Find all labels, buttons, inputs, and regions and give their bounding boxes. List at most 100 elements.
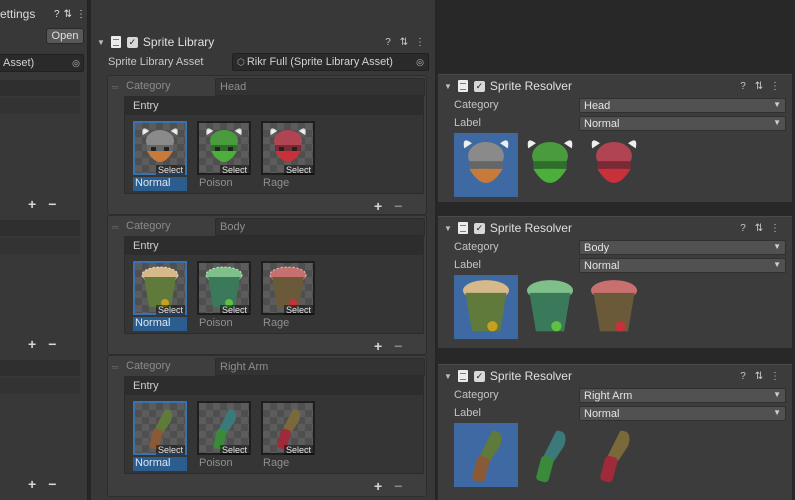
enabled-checkbox[interactable]: ✓ (473, 222, 485, 234)
resolver-sprite-poison[interactable] (518, 133, 582, 197)
fold-arrow-icon[interactable]: ▼ (444, 82, 452, 91)
entry-tile-poison[interactable]: Select Poison (195, 121, 253, 191)
help-icon[interactable]: ? (54, 9, 60, 20)
help-icon[interactable]: ? (738, 81, 748, 92)
label-label: Label (454, 117, 481, 129)
sprite-library-asset-field[interactable]: ⬡ Rikr Full (Sprite Library Asset) ◎ (232, 53, 429, 71)
component-title: Sprite Library (142, 35, 215, 49)
script-icon (110, 36, 121, 48)
category-block-body: ═ Category Body Entry Select Normal Sele… (107, 215, 427, 355)
remove-icon[interactable]: − (394, 198, 402, 214)
resolver-sprite-rage[interactable] (582, 133, 646, 197)
label-dropdown[interactable]: Normal ▼ (579, 116, 786, 131)
add-icon[interactable]: + (28, 196, 36, 212)
left-asset-field[interactable]: Asset) ◎ (0, 54, 84, 72)
viking-arm-icon (600, 430, 630, 483)
entry-tile-rage[interactable]: Select Rage (259, 401, 317, 471)
resolver-sprite-rage[interactable] (582, 423, 646, 487)
entry-tile-normal[interactable]: Select Normal (131, 121, 189, 191)
fold-arrow-icon[interactable]: ▼ (444, 224, 452, 233)
category-name-field[interactable]: Body (215, 218, 425, 236)
remove-icon[interactable]: − (48, 196, 56, 212)
left-panel-header: ettings ? ⇅ ⋮ (0, 3, 87, 25)
more-icon[interactable]: ⋮ (76, 9, 86, 20)
remove-icon[interactable]: − (48, 336, 56, 352)
resolver-sprite-normal[interactable] (454, 423, 518, 487)
resolver-sprite-rage[interactable] (582, 275, 646, 339)
open-button[interactable]: Open (46, 28, 84, 44)
presets-icon[interactable]: ⇅ (754, 223, 764, 234)
drag-handle-icon[interactable]: ═ (112, 362, 118, 372)
component-title: Sprite Resolver (489, 369, 572, 383)
entry-tile-rage[interactable]: Select Rage (259, 261, 317, 331)
select-badge[interactable]: Select (219, 445, 249, 455)
category-name-field[interactable]: Right Arm (215, 358, 425, 376)
object-picker-icon[interactable]: ◎ (416, 57, 424, 68)
select-badge[interactable]: Select (219, 165, 249, 175)
category-dropdown[interactable]: Head ▼ (579, 98, 786, 113)
drag-handle-icon[interactable]: ═ (112, 222, 118, 232)
entry-tile-normal[interactable]: Select Normal (131, 261, 189, 331)
select-badge[interactable]: Select (283, 165, 313, 175)
presets-icon[interactable]: ⇅ (754, 81, 764, 92)
add-icon[interactable]: + (28, 476, 36, 492)
select-badge[interactable]: Select (283, 445, 313, 455)
presets-icon[interactable]: ⇅ (399, 37, 409, 48)
more-icon[interactable]: ⋮ (770, 223, 780, 234)
drag-handle-icon[interactable]: ═ (112, 82, 118, 92)
presets-icon[interactable]: ⇅ (64, 9, 72, 20)
label-dropdown[interactable]: Normal ▼ (579, 258, 786, 273)
resolver-sprite-normal[interactable] (454, 133, 518, 197)
more-icon[interactable]: ⋮ (770, 371, 780, 382)
category-dropdown[interactable]: Body ▼ (579, 240, 786, 255)
label-label: Label (454, 259, 481, 271)
category-dropdown[interactable]: Right Arm ▼ (579, 388, 786, 403)
add-icon[interactable]: + (374, 338, 382, 354)
left-list-row (0, 360, 80, 376)
remove-icon[interactable]: − (48, 476, 56, 492)
more-icon[interactable]: ⋮ (415, 37, 425, 48)
enabled-checkbox[interactable]: ✓ (473, 80, 485, 92)
category-name-field[interactable]: Head (215, 78, 425, 96)
help-icon[interactable]: ? (738, 223, 748, 234)
select-badge[interactable]: Select (219, 305, 249, 315)
remove-icon[interactable]: − (394, 478, 402, 494)
object-picker-icon[interactable]: ◎ (72, 58, 80, 69)
viking-head-icon (591, 140, 637, 183)
add-icon[interactable]: + (374, 198, 382, 214)
select-badge[interactable]: Select (155, 445, 185, 455)
entry-name: Rage (263, 457, 290, 469)
resolver-sprite-poison[interactable] (518, 423, 582, 487)
asset-icon: ⬡ (237, 56, 245, 67)
entry-tile-rage[interactable]: Select Rage (259, 121, 317, 191)
add-icon[interactable]: + (374, 478, 382, 494)
entry-name: Poison (199, 317, 233, 329)
viking-body-icon (526, 280, 574, 332)
label-dropdown[interactable]: Normal ▼ (579, 406, 786, 421)
fold-arrow-icon[interactable]: ▼ (444, 372, 452, 381)
entry-list: Entry Select Normal Select Poison Select… (124, 96, 424, 194)
more-icon[interactable]: ⋮ (770, 81, 780, 92)
select-badge[interactable]: Select (155, 165, 185, 175)
presets-icon[interactable]: ⇅ (754, 371, 764, 382)
fold-arrow-icon[interactable]: ▼ (97, 38, 105, 47)
resolver-sprite-normal[interactable] (454, 275, 518, 339)
add-icon[interactable]: + (28, 336, 36, 352)
entry-tile-normal[interactable]: Select Normal (131, 401, 189, 471)
entry-tile-poison[interactable]: Select Poison (195, 401, 253, 471)
enabled-checkbox[interactable]: ✓ (126, 36, 138, 48)
category-label: Category (126, 220, 171, 232)
remove-icon[interactable]: − (394, 338, 402, 354)
resolver-header: ▼ ✓ Sprite Resolver ? ⇅ ⋮ (444, 75, 792, 97)
entry-header: Entry (125, 237, 423, 255)
select-badge[interactable]: Select (155, 305, 185, 315)
entry-tile-poison[interactable]: Select Poison (195, 261, 253, 331)
caret-down-icon: ▼ (773, 260, 781, 269)
help-icon[interactable]: ? (383, 37, 393, 48)
asset-label: Sprite Library Asset (108, 56, 204, 68)
help-icon[interactable]: ? (738, 371, 748, 382)
enabled-checkbox[interactable]: ✓ (473, 370, 485, 382)
select-badge[interactable]: Select (283, 305, 313, 315)
resolver-header: ▼ ✓ Sprite Resolver ? ⇅ ⋮ (444, 217, 792, 239)
resolver-sprite-poison[interactable] (518, 275, 582, 339)
